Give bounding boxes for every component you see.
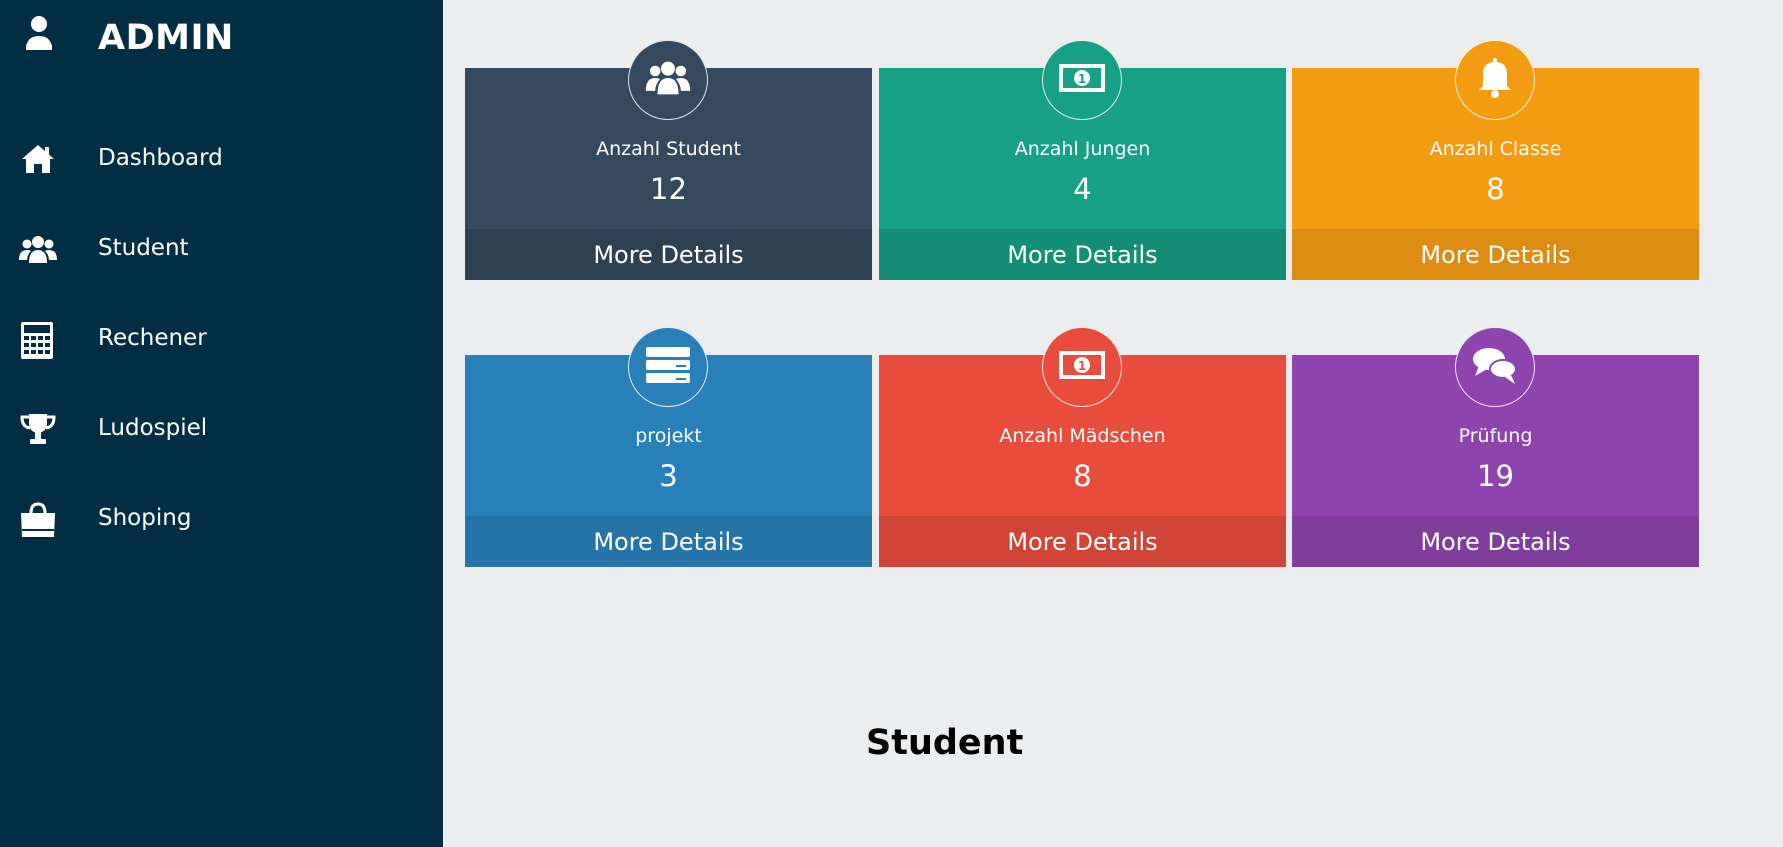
sidebar-item-ludospiel[interactable]: Ludospiel <box>0 395 443 459</box>
card-icon-circle <box>628 327 708 407</box>
sidebar: ADMIN Dashboard Student Rechener Ludospi… <box>0 0 443 847</box>
sidebar-brand: ADMIN <box>0 0 443 80</box>
card-label: Anzahl Classe <box>1429 138 1562 160</box>
card-label: Anzahl Jungen <box>1014 138 1151 160</box>
sidebar-item-label: Dashboard <box>98 145 223 171</box>
trophy-icon <box>18 411 58 447</box>
sidebar-item-shoping[interactable]: Shoping <box>0 485 443 549</box>
card-value: 8 <box>1486 172 1505 206</box>
stat-card-classe: Anzahl Classe 8 More Details <box>1292 40 1699 280</box>
sidebar-item-label: Student <box>98 235 189 261</box>
svg-text:1: 1 <box>1078 72 1086 86</box>
more-details-button[interactable]: More Details <box>879 516 1286 567</box>
more-details-button[interactable]: More Details <box>465 229 872 280</box>
section-title: Student <box>866 723 1024 763</box>
card-label: Prüfung <box>1458 425 1533 447</box>
card-icon-circle <box>628 40 708 120</box>
card-value: 4 <box>1073 172 1092 206</box>
user-icon <box>22 14 56 54</box>
card-icon-circle <box>1455 40 1535 120</box>
money-icon: 1 <box>1058 62 1106 98</box>
card-icon-circle: 1 <box>1042 40 1122 120</box>
money-icon: 1 <box>1058 349 1106 385</box>
home-icon <box>18 141 58 177</box>
sidebar-item-dashboard[interactable]: Dashboard <box>0 125 443 189</box>
stat-card-projekt: projekt 3 More Details <box>465 327 872 567</box>
calculator-icon <box>18 321 58 359</box>
sidebar-item-rechener[interactable]: Rechener <box>0 305 443 369</box>
sidebar-item-student[interactable]: Student <box>0 215 443 279</box>
more-details-button[interactable]: More Details <box>1292 516 1699 567</box>
card-value: 8 <box>1073 459 1092 493</box>
sidebar-item-label: Shoping <box>98 505 192 531</box>
card-label: projekt <box>635 425 702 447</box>
card-label: Anzahl Student <box>596 138 741 160</box>
sidebar-item-label: Ludospiel <box>98 415 208 441</box>
more-details-button[interactable]: More Details <box>465 516 872 567</box>
card-value: 3 <box>659 459 678 493</box>
stat-card-madschen: 1 Anzahl Mädschen 8 More Details <box>879 327 1286 567</box>
shopping-bag-icon <box>18 501 58 537</box>
brand-title: ADMIN <box>98 18 234 58</box>
stat-card-prufung: Prüfung 19 More Details <box>1292 327 1699 567</box>
card-value: 19 <box>1477 459 1514 493</box>
stat-card-jungen: 1 Anzahl Jungen 4 More Details <box>879 40 1286 280</box>
comments-icon <box>1471 344 1519 390</box>
more-details-button[interactable]: More Details <box>1292 229 1699 280</box>
card-label: Anzahl Mädschen <box>999 425 1166 447</box>
server-icon <box>644 345 692 389</box>
bell-icon <box>1475 56 1515 104</box>
users-icon <box>644 57 692 103</box>
svg-text:1: 1 <box>1078 359 1086 373</box>
users-icon <box>18 231 58 267</box>
card-value: 12 <box>650 172 687 206</box>
card-icon-circle: 1 <box>1042 327 1122 407</box>
sidebar-item-label: Rechener <box>98 325 207 351</box>
stat-card-students: Anzahl Student 12 More Details <box>465 40 872 280</box>
more-details-button[interactable]: More Details <box>879 229 1286 280</box>
card-icon-circle <box>1455 327 1535 407</box>
